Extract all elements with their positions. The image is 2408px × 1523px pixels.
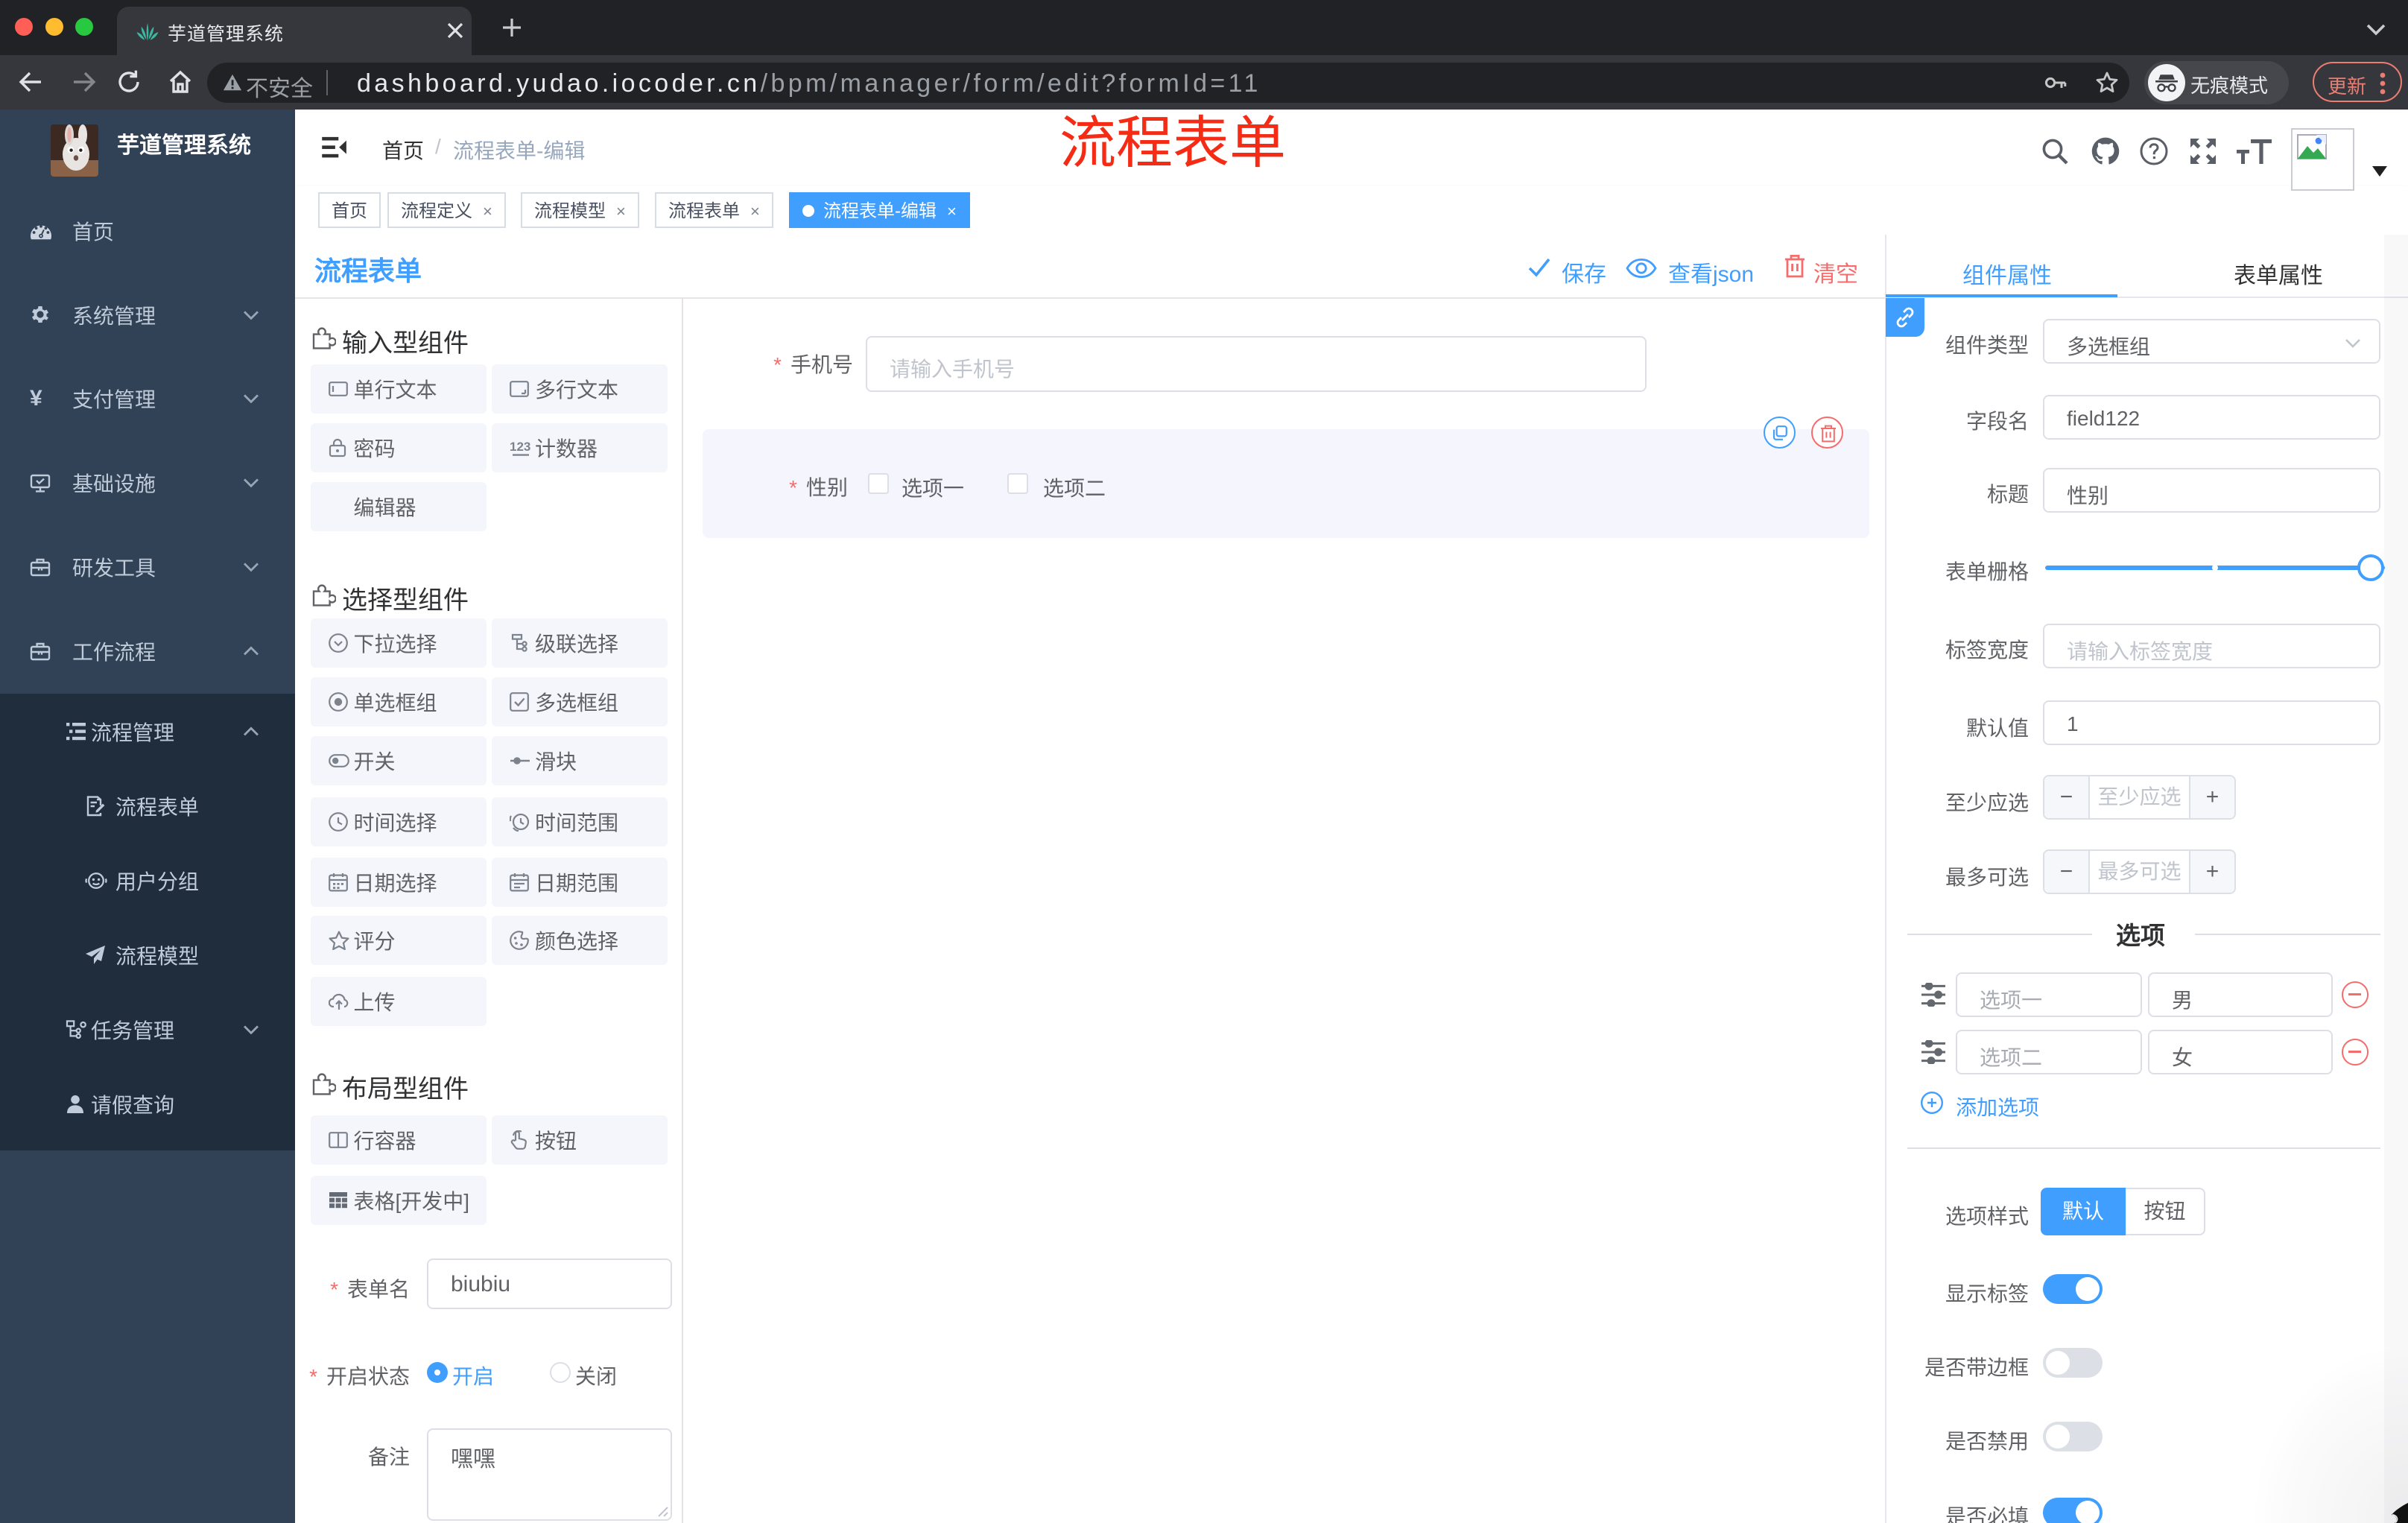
svg-text:123: 123 (510, 440, 530, 454)
